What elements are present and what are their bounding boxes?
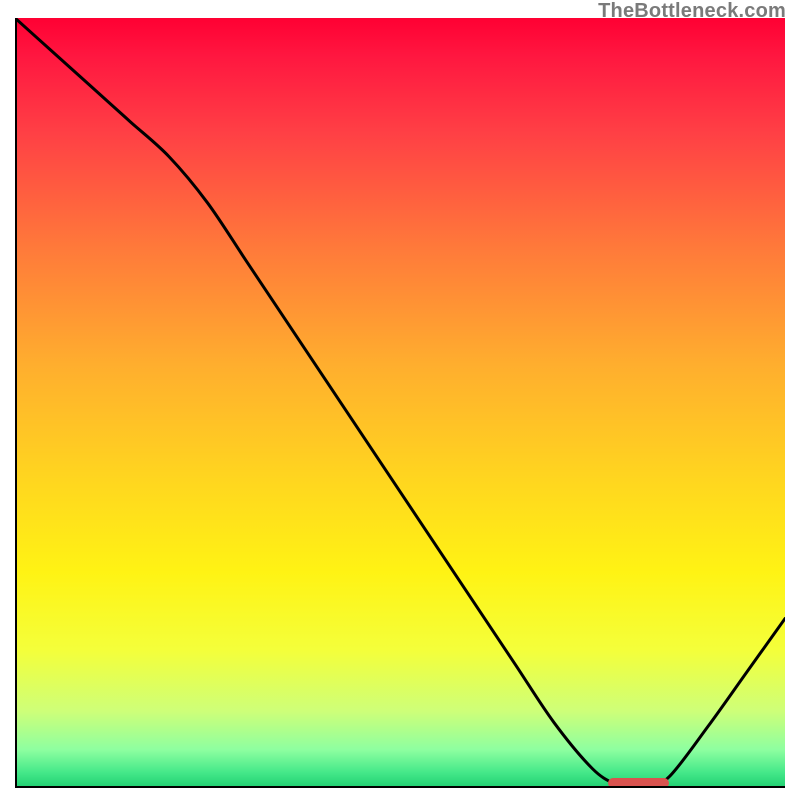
x-axis (15, 786, 785, 788)
bottleneck-chart: TheBottleneck.com (0, 0, 800, 800)
bottleneck-curve (15, 18, 785, 788)
y-axis (15, 18, 17, 788)
plot-area (15, 18, 785, 788)
